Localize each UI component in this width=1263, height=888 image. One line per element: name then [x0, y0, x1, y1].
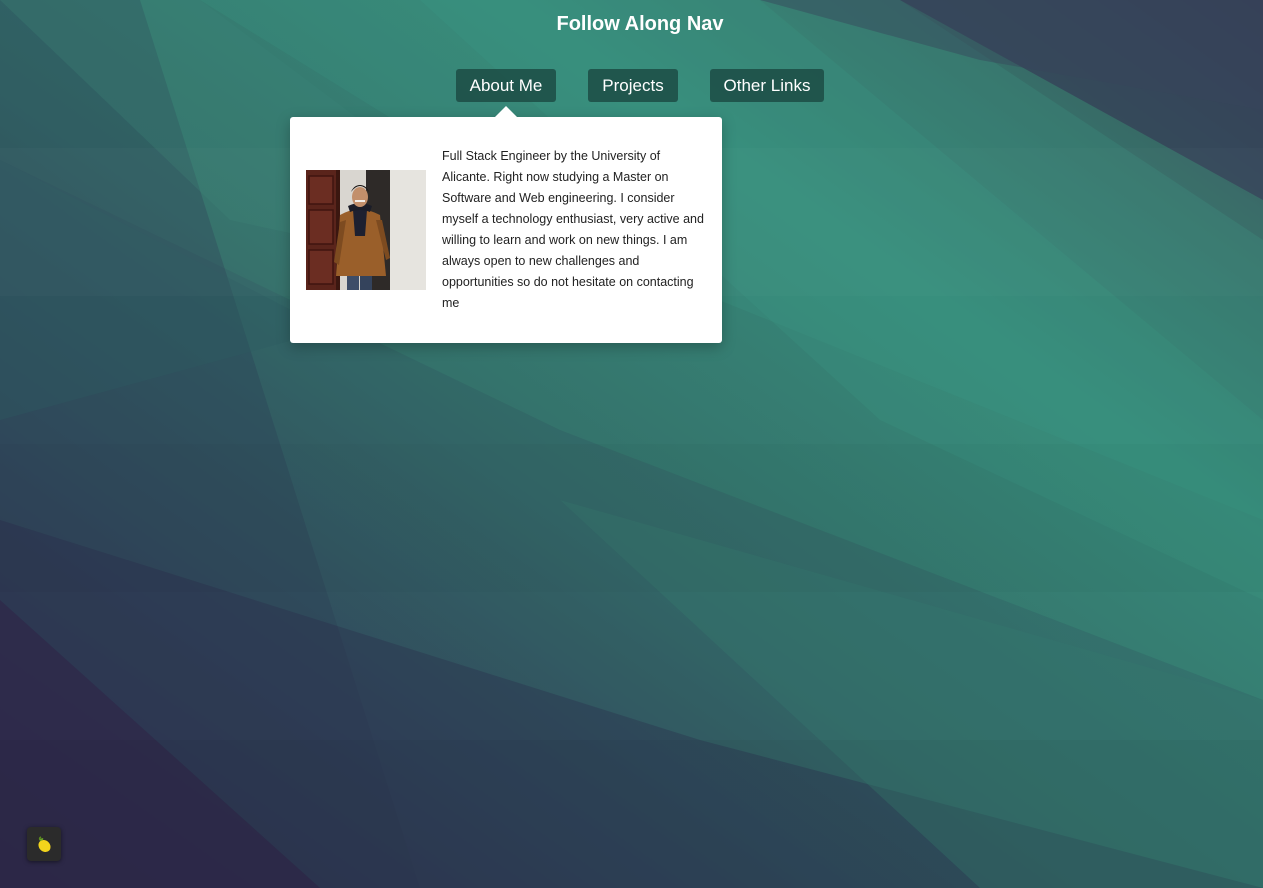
nav-item-about-me[interactable]: About Me: [456, 69, 556, 102]
nav-item-other-links[interactable]: Other Links: [710, 69, 824, 102]
nav-item-projects[interactable]: Projects: [588, 69, 678, 102]
lemon-button[interactable]: [27, 827, 61, 861]
about-me-bio: Full Stack Engineer by the University of…: [442, 149, 704, 310]
person-photo-icon: [306, 170, 426, 290]
top-nav: About Me Projects Other Links: [0, 69, 1263, 103]
about-me-dropdown: Full Stack Engineer by the University of…: [290, 117, 722, 343]
dropdown-arrow: [494, 106, 518, 118]
profile-photo: [306, 170, 426, 290]
page-title: Follow Along Nav: [556, 13, 724, 35]
lemon-icon: [38, 836, 51, 853]
